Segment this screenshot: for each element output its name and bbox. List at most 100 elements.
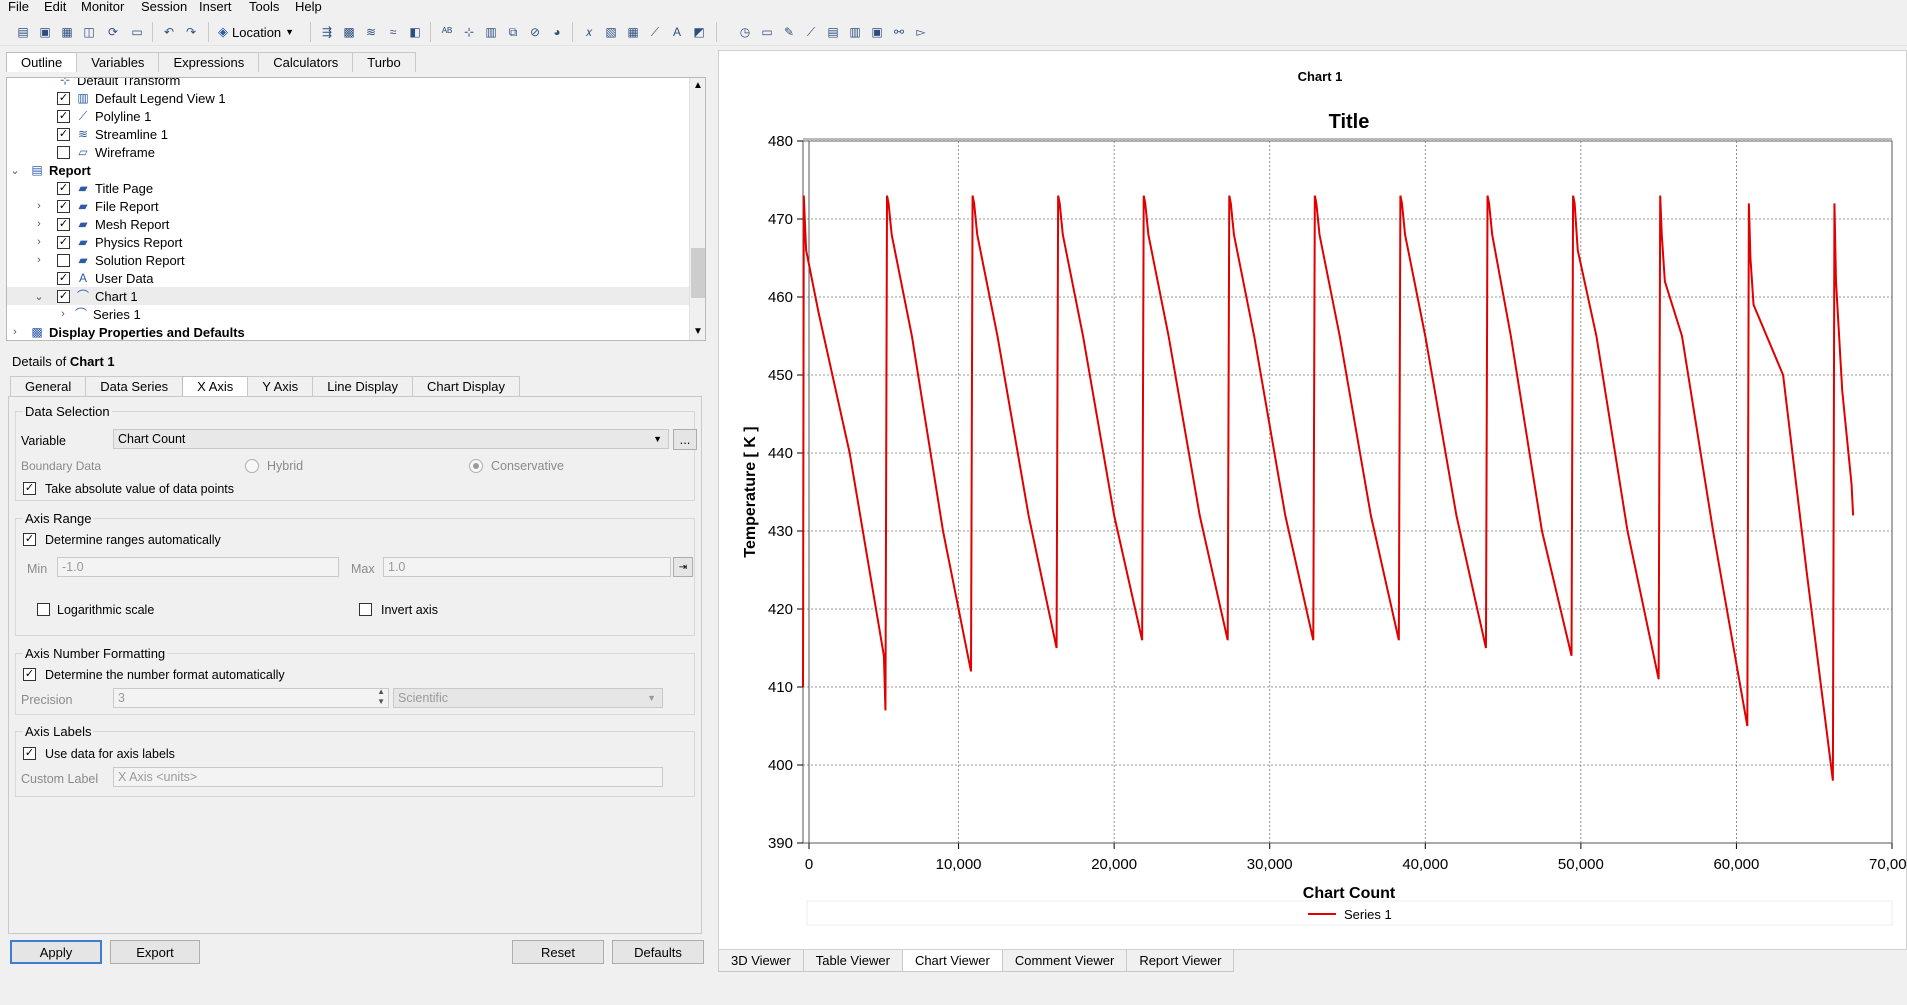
tree-item[interactable]: › ▰ Solution Report (7, 251, 689, 269)
tree-item[interactable]: ✓ ▥ Default Legend View 1 (7, 89, 689, 107)
tree-item[interactable]: ⌄ ✓ ⌒ Chart 1 (7, 287, 689, 305)
legend-tool-icon[interactable]: ▥ (482, 23, 500, 41)
tab-report-viewer[interactable]: Report Viewer (1126, 950, 1235, 972)
menu-session[interactable]: Session (141, 0, 187, 14)
tab-calculators[interactable]: Calculators (258, 52, 354, 72)
tab-variables[interactable]: Variables (76, 52, 160, 72)
scroll-down-icon[interactable]: ▼ (690, 324, 705, 340)
chevron-down-icon[interactable]: ⌄ (9, 164, 21, 177)
tab-outline[interactable]: Outline (6, 52, 78, 72)
tree-item[interactable]: › ⌒ Series 1 (7, 305, 689, 323)
text-icon[interactable]: ᴬᴮ (438, 23, 456, 41)
apply-button[interactable]: Apply (10, 940, 102, 964)
vector-icon[interactable]: ⇶ (318, 23, 336, 41)
open-icon[interactable]: ▣ (36, 23, 54, 41)
tab-comment-viewer[interactable]: Comment Viewer (1001, 950, 1128, 972)
tab-chart-display[interactable]: Chart Display (412, 376, 521, 396)
use-data-labels-checkbox[interactable]: ✓ (23, 747, 36, 760)
tab-3d-viewer[interactable]: 3D Viewer (718, 950, 804, 972)
contour-icon[interactable]: ▩ (340, 23, 358, 41)
reset-button[interactable]: Reset (512, 940, 604, 964)
tree-item[interactable]: ✓ ⟋ Polyline 1 (7, 107, 689, 125)
menu-file[interactable]: File (8, 0, 29, 14)
chevron-right-icon[interactable]: › (33, 200, 45, 212)
chevron-right-icon[interactable]: › (33, 218, 45, 230)
format-select[interactable]: Scientific ▼ (393, 688, 663, 708)
tree-item[interactable]: › ✓ ▰ Mesh Report (7, 215, 689, 233)
menu-insert[interactable]: Insert (199, 0, 232, 14)
scroll-thumb[interactable] (691, 248, 705, 298)
tab-turbo[interactable]: Turbo (352, 52, 416, 72)
clip-plane-icon[interactable]: ⊘ (526, 23, 544, 41)
chevron-right-icon[interactable]: › (33, 236, 45, 248)
case-compare-icon[interactable]: ⚯ (890, 23, 908, 41)
streamline-tool-icon[interactable]: ≋ (362, 23, 380, 41)
timestep-icon[interactable]: ◷ (736, 23, 754, 41)
variable-icon[interactable]: 𝑥 (580, 23, 598, 41)
tab-general[interactable]: General (10, 376, 87, 396)
log-scale-checkbox[interactable] (37, 603, 50, 616)
tree-item[interactable]: › ✓ ▰ Physics Report (7, 233, 689, 251)
tab-chart-viewer[interactable]: Chart Viewer (901, 950, 1003, 972)
coordinate-frame-icon[interactable]: ⊹ (460, 23, 478, 41)
max-field[interactable]: 1.0 (383, 557, 671, 577)
auto-range-checkbox[interactable]: ✓ (23, 533, 36, 546)
expression-icon[interactable]: ▧ (602, 23, 620, 41)
tree-item[interactable]: ▱ Wireframe (7, 143, 689, 161)
new-icon[interactable]: ▤ (14, 23, 32, 41)
animation-icon[interactable]: ▭ (758, 23, 776, 41)
menu-monitor[interactable]: Monitor (81, 0, 124, 14)
defaults-button[interactable]: Defaults (612, 940, 704, 964)
location-dropdown[interactable]: ◈ Location ▼ (218, 22, 294, 42)
save-state-icon[interactable]: ◫ (80, 23, 98, 41)
tree-scrollbar[interactable]: ▲ ▼ (689, 78, 705, 340)
instance-transform-icon[interactable]: ⧉ (504, 23, 522, 41)
custom-label-input[interactable]: X Axis <units> (113, 767, 663, 787)
hybrid-radio[interactable] (245, 459, 259, 473)
tree-checkbox[interactable] (57, 253, 70, 267)
command-editor-icon[interactable]: ▻ (912, 23, 930, 41)
save-icon[interactable]: ▦ (58, 23, 76, 41)
tab-expressions[interactable]: Expressions (158, 52, 260, 72)
color-map-icon[interactable]: ◕ (548, 23, 566, 41)
tree-checkbox[interactable]: ✓ (57, 289, 70, 303)
menu-help[interactable]: Help (295, 0, 322, 14)
precision-spinner[interactable]: 3 ▲ ▼ (113, 687, 389, 708)
tree-checkbox[interactable]: ✓ (57, 181, 70, 195)
tree-checkbox[interactable]: ✓ (57, 199, 70, 213)
chevron-right-icon[interactable]: › (33, 254, 45, 266)
range-tool-button[interactable]: ⇥ (673, 557, 693, 577)
table-icon[interactable]: ▦ (624, 23, 642, 41)
tab-y-axis[interactable]: Y Axis (247, 376, 314, 396)
absolute-value-checkbox[interactable]: ✓ (23, 482, 36, 495)
macro-icon[interactable]: ▥ (846, 23, 864, 41)
tab-data-series[interactable]: Data Series (85, 376, 184, 396)
variable-more-button[interactable]: ... (673, 429, 697, 450)
menu-tools[interactable]: Tools (249, 0, 279, 14)
tree-item[interactable]: › ✓ ▰ File Report (7, 197, 689, 215)
refresh-icon[interactable]: ⟳ (104, 23, 122, 41)
quick-editor-icon[interactable]: ✎ (780, 23, 798, 41)
tab-x-axis[interactable]: X Axis (182, 376, 249, 396)
variable-select[interactable]: Chart Count ▼ (113, 429, 669, 449)
tree-item[interactable]: ⌄ ▤ Report (7, 161, 689, 179)
chevron-down-icon[interactable]: ⌄ (33, 290, 45, 303)
tab-line-display[interactable]: Line Display (312, 376, 414, 396)
tree-checkbox[interactable] (57, 145, 70, 159)
comment-icon[interactable]: A (668, 23, 686, 41)
mesh-calc-icon[interactable]: ▣ (868, 23, 886, 41)
conservative-radio[interactable] (469, 459, 483, 473)
tab-table-viewer[interactable]: Table Viewer (802, 950, 903, 972)
particle-track-icon[interactable]: ≈ (384, 23, 402, 41)
tree-item[interactable]: ✓ ▰ Title Page (7, 179, 689, 197)
tree-checkbox[interactable]: ✓ (57, 271, 70, 285)
invert-axis-checkbox[interactable] (359, 603, 372, 616)
tree-item[interactable]: ✓ A User Data (7, 269, 689, 287)
probe-icon[interactable]: ⟋ (802, 23, 820, 41)
menu-edit[interactable]: Edit (44, 0, 66, 14)
tree-checkbox[interactable]: ✓ (57, 91, 70, 105)
tree-checkbox[interactable]: ✓ (57, 109, 70, 123)
function-calc-icon[interactable]: ▤ (824, 23, 842, 41)
tree-item[interactable]: ⊹ Default Transform (7, 78, 689, 89)
tree-item[interactable]: › ▩ Display Properties and Defaults (7, 323, 689, 340)
